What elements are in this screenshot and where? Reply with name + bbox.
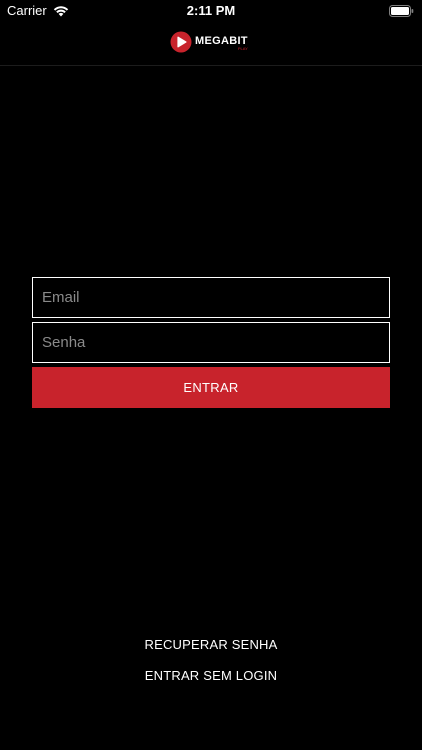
logo-subtext: PLAY (237, 46, 248, 51)
email-input[interactable] (32, 277, 390, 318)
battery-icon (389, 5, 414, 17)
login-button[interactable]: ENTRAR (32, 367, 390, 408)
brand-logo: MEGABIT PLAY (170, 31, 248, 53)
recover-password-link[interactable]: RECUPERAR SENHA (0, 636, 422, 654)
play-icon (170, 31, 192, 53)
login-form: ENTRAR (32, 277, 390, 408)
status-bar: Carrier 2:11 PM (0, 0, 422, 22)
app-header: MEGABIT PLAY (0, 22, 422, 66)
bottom-links: RECUPERAR SENHA ENTRAR SEM LOGIN (0, 636, 422, 685)
password-input[interactable] (32, 322, 390, 363)
enter-without-login-link[interactable]: ENTRAR SEM LOGIN (0, 667, 422, 685)
logo-wordmark: MEGABIT PLAY (195, 31, 248, 53)
status-time: 2:11 PM (186, 3, 236, 18)
